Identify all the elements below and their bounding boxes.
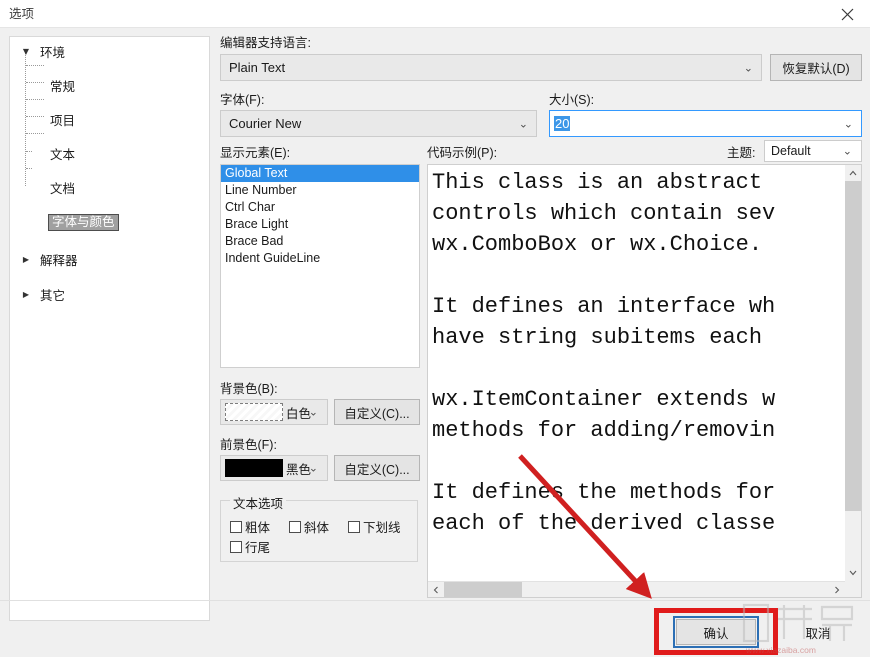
preview-horizontal-scrollbar[interactable]	[428, 581, 861, 597]
checkbox-label: 行尾	[245, 541, 271, 555]
language-label: 编辑器支持语言:	[220, 36, 311, 50]
footer-separator	[0, 600, 870, 601]
font-label: 字体(F):	[220, 93, 265, 107]
checkbox-italic[interactable]: 斜体	[289, 517, 329, 536]
checkbox-box-icon[interactable]	[230, 520, 242, 533]
list-item[interactable]: Ctrl Char	[221, 199, 419, 216]
triangle-right-icon[interactable]: ▶	[20, 289, 32, 301]
tree-item-environment[interactable]: ▼ 环境	[10, 43, 209, 60]
checkbox-bold[interactable]: 粗体	[230, 517, 270, 536]
chevron-down-icon[interactable]: ⌄	[744, 61, 753, 74]
tree-item-document[interactable]: 文档	[10, 179, 209, 196]
dialog-body: ▼ 环境 常规 项目 文本 文档 字体与颜色 ▶ 解释器 ▶ 其它 编辑器支持语…	[0, 28, 870, 657]
chevron-down-icon[interactable]: ⌄	[844, 117, 853, 130]
tree-item-project[interactable]: 项目	[10, 111, 209, 128]
theme-label: 主题:	[727, 146, 756, 160]
foreground-color-value: 黑色	[286, 462, 312, 477]
tree-connector-h7	[26, 168, 32, 169]
code-sample-label: 代码示例(P):	[427, 146, 498, 160]
code-sample-preview[interactable]: This class is an abstract controls which…	[427, 164, 862, 598]
text-options-group: 文本选项 粗体 斜体 下划线 行尾	[220, 493, 418, 562]
tree-connector-h5	[26, 133, 44, 134]
foreground-color-label: 前景色(F):	[220, 438, 277, 452]
tree-connector-h1	[26, 65, 44, 66]
foreground-custom-button[interactable]: 自定义(C)...	[334, 455, 420, 481]
size-combo-value[interactable]: 20	[554, 116, 571, 131]
checkbox-box-icon[interactable]	[230, 540, 242, 553]
tree-item-general[interactable]: 常规	[10, 77, 209, 94]
language-combo-value: Plain Text	[229, 60, 286, 75]
close-icon[interactable]	[824, 0, 870, 28]
background-color-combo[interactable]: 白色 ⌄	[220, 399, 328, 425]
code-sample-text: This class is an abstract controls which…	[432, 170, 776, 536]
settings-tree[interactable]: ▼ 环境 常规 项目 文本 文档 字体与颜色 ▶ 解释器 ▶ 其它	[9, 36, 210, 621]
cancel-button[interactable]: 取消	[778, 619, 858, 645]
tree-connector-h3	[26, 99, 44, 100]
chevron-right-icon[interactable]	[829, 582, 845, 597]
font-combo-value: Courier New	[229, 116, 302, 131]
list-item[interactable]: Indent GuideLine	[221, 250, 419, 267]
size-combo[interactable]: 20 ⌄	[549, 110, 862, 137]
window-title: 选项	[9, 7, 35, 21]
checkbox-eol[interactable]: 行尾	[230, 537, 270, 556]
background-custom-button[interactable]: 自定义(C)...	[334, 399, 420, 425]
background-color-label: 背景色(B):	[220, 382, 278, 396]
tree-item-interpreter[interactable]: ▶ 解释器	[10, 251, 209, 268]
size-label: 大小(S):	[549, 93, 595, 107]
tree-item-label: 文本	[50, 148, 76, 162]
checkbox-underline[interactable]: 下划线	[348, 517, 401, 536]
options-dialog: 选项 ▼ 环境 常规 项目 文本 文档 字体与颜色 ▶ 解释器 ▶ 其它 编辑器…	[0, 0, 870, 657]
preview-hscroll-thumb[interactable]	[444, 582, 522, 597]
theme-combo[interactable]: Default ⌄	[764, 140, 862, 162]
list-item[interactable]: Brace Light	[221, 216, 419, 233]
tree-item-label: 其它	[40, 289, 66, 303]
tree-item-label: 环境	[40, 46, 66, 60]
settings-tree-inner: ▼ 环境 常规 项目 文本 文档 字体与颜色 ▶ 解释器 ▶ 其它	[10, 37, 209, 303]
checkbox-box-icon[interactable]	[289, 520, 301, 533]
chevron-down-icon[interactable]: ⌄	[309, 462, 318, 475]
checkbox-box-icon[interactable]	[348, 520, 360, 533]
font-combo[interactable]: Courier New ⌄	[220, 110, 537, 137]
language-combo[interactable]: Plain Text ⌄	[220, 54, 762, 81]
chevron-left-icon[interactable]	[428, 582, 444, 597]
chevron-up-icon[interactable]	[845, 165, 861, 181]
triangle-down-icon[interactable]: ▼	[20, 46, 32, 58]
preview-vscroll-thumb[interactable]	[845, 181, 861, 511]
tree-item-fonts-and-colors[interactable]: 字体与颜色	[10, 214, 209, 231]
tree-item-label: 解释器	[40, 254, 78, 268]
checkbox-label: 粗体	[245, 521, 271, 535]
text-options-group-title: 文本选项	[230, 493, 287, 512]
display-elements-label: 显示元素(E):	[220, 146, 291, 160]
list-item[interactable]: Line Number	[221, 182, 419, 199]
tree-item-label: 项目	[50, 114, 76, 128]
checkbox-label: 下划线	[363, 521, 401, 535]
chevron-down-icon[interactable]: ⌄	[309, 406, 318, 419]
scrollbar-corner	[845, 581, 861, 597]
chevron-down-icon[interactable]: ⌄	[843, 145, 852, 158]
theme-combo-value: Default	[771, 144, 811, 158]
restore-default-button[interactable]: 恢复默认(D)	[770, 54, 862, 81]
foreground-color-combo[interactable]: 黑色 ⌄	[220, 455, 328, 481]
tree-item-label: 文档	[50, 182, 76, 196]
list-item[interactable]: Brace Bad	[221, 233, 419, 250]
list-item[interactable]: Global Text	[221, 165, 419, 182]
tree-item-label-selected: 字体与颜色	[48, 214, 119, 231]
tree-item-text[interactable]: 文本	[10, 145, 209, 162]
chevron-down-icon[interactable]: ⌄	[519, 117, 528, 130]
preview-vertical-scrollbar[interactable]	[845, 165, 861, 581]
display-elements-listbox[interactable]: Global Text Line Number Ctrl Char Brace …	[220, 164, 420, 368]
tree-item-other[interactable]: ▶ 其它	[10, 286, 209, 303]
chevron-down-icon[interactable]	[845, 565, 861, 581]
tree-item-label: 常规	[50, 80, 76, 94]
ok-button[interactable]: 确认	[673, 616, 759, 648]
foreground-color-swatch	[225, 459, 283, 477]
triangle-right-icon[interactable]: ▶	[20, 254, 32, 266]
background-color-swatch	[225, 403, 283, 421]
checkbox-label: 斜体	[304, 521, 330, 535]
background-color-value: 白色	[286, 406, 312, 421]
window-titlebar: 选项	[0, 0, 870, 28]
